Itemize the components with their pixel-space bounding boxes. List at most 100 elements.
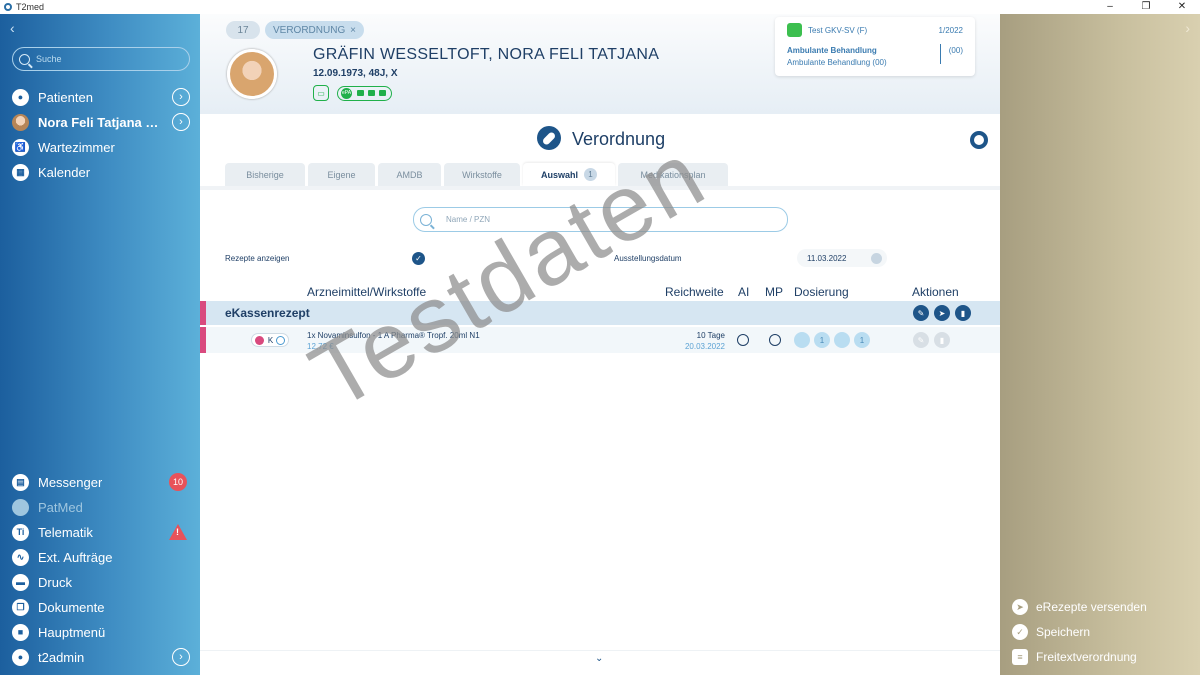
sidebar-item-hauptmenue[interactable]: ■ Hauptmenü — [12, 621, 192, 643]
action-label: eRezepte versenden — [1036, 600, 1147, 614]
chevron-right-icon[interactable]: › — [172, 88, 190, 106]
checkmark-icon: ✓ — [1012, 624, 1028, 640]
sidebar-item-label: Patienten — [38, 89, 93, 105]
sidebar-item-patmed[interactable]: PatMed — [12, 496, 192, 518]
close-icon[interactable]: × — [350, 25, 356, 36]
show-prescriptions-label: Rezepte anzeigen — [225, 254, 290, 263]
sidebar-item-label: Hauptmenü — [38, 624, 106, 640]
epa-badge[interactable]: ePA — [337, 85, 392, 101]
calendar-icon[interactable] — [871, 252, 882, 264]
patient-avatar-icon — [12, 113, 29, 131]
expand-panel-icon[interactable]: › — [1185, 20, 1190, 36]
insurance-name: Test GKV-SV (F) — [808, 26, 868, 35]
case-number-pill[interactable]: 17 — [226, 21, 260, 39]
app-logo-icon — [4, 3, 12, 11]
prescription-group-row[interactable]: eKassenrezept ✎ ➤ ▮ — [200, 301, 1000, 325]
chevron-right-icon[interactable]: › — [172, 113, 190, 131]
dosage-noon[interactable]: 1 — [814, 332, 830, 348]
edit-icon[interactable]: ✎ — [913, 305, 929, 321]
context-tag-pill[interactable]: VERORDNUNG × — [265, 21, 364, 39]
tab-count-badge: 1 — [584, 168, 597, 181]
ai-radio[interactable] — [737, 334, 749, 346]
prescription-type-toggle[interactable]: K — [251, 333, 289, 347]
chevron-down-icon[interactable]: ⌄ — [595, 653, 603, 664]
sidebar-item-wartezimmer[interactable]: ♿ Wartezimmer — [12, 136, 192, 158]
drug-search-input[interactable]: Name / PZN — [413, 207, 788, 232]
send-icon[interactable]: ➤ — [934, 305, 950, 321]
sidebar-item-label: Wartezimmer — [38, 139, 115, 155]
issue-date-field[interactable]: 11.03.2022 — [797, 249, 887, 267]
mp-radio[interactable] — [769, 334, 781, 346]
issue-date-label: Ausstellungsdatum — [614, 254, 682, 263]
sidebar-item-dokumente[interactable]: ❐ Dokumente — [12, 596, 192, 618]
telematik-icon: Ti — [12, 523, 29, 541]
patmed-icon — [12, 498, 29, 516]
chevron-right-icon[interactable]: › — [172, 648, 190, 666]
waiting-room-icon: ♿ — [12, 138, 29, 156]
tab-wirkstoffe[interactable]: Wirkstoffe — [444, 163, 520, 186]
sidebar-item-label: Dokumente — [38, 599, 105, 615]
context-tag-label: VERORDNUNG — [273, 24, 346, 36]
tab-amdb[interactable]: AMDB — [378, 163, 441, 186]
tab-auswahl[interactable]: Auswahl 1 — [523, 163, 615, 186]
dosage-morning[interactable] — [794, 332, 810, 348]
patient-name: GRÄFIN WESSELTOFT, NORA FELI TATJANA — [313, 46, 660, 63]
treatment-type-detail: Ambulante Behandlung (00) — [787, 58, 887, 67]
dosage-night[interactable]: 1 — [854, 332, 870, 348]
drug-search-placeholder: Name / PZN — [446, 215, 491, 224]
main-panel: Verordnung Bisherige Eigene AMDB Wirksto… — [200, 114, 1000, 675]
page-title: Verordnung — [572, 129, 666, 149]
sidebar-item-label: Messenger — [38, 474, 103, 490]
sidebar-item-label: Ext. Aufträge — [38, 549, 113, 565]
sidebar-item-kalender[interactable]: ▦ Kalender — [12, 161, 192, 183]
reach-date: 20.03.2022 — [684, 342, 725, 351]
pulse-icon: ∿ — [12, 548, 29, 566]
delete-icon[interactable]: ▮ — [955, 305, 971, 321]
column-header-mp: MP — [765, 285, 783, 299]
patient-avatar[interactable] — [227, 49, 277, 99]
sidebar-item-label: Nora Feli Tatjana Wes... — [38, 114, 168, 130]
tab-medikationsplan[interactable]: Medikationsplan — [618, 163, 728, 186]
send-icon: ➤ — [1012, 599, 1028, 615]
collapse-sidebar-icon[interactable]: ‹ — [10, 20, 15, 36]
free-text-prescription-button[interactable]: ≡ Freitextverordnung — [1012, 649, 1137, 665]
sidebar-item-label: Druck — [38, 574, 72, 590]
row-color-bar — [200, 327, 206, 353]
edit-icon[interactable]: ✎ — [913, 332, 929, 348]
sidebar-search-input[interactable]: Suche — [12, 47, 190, 71]
column-header-ai: AI — [738, 285, 750, 299]
dosage-evening[interactable] — [834, 332, 850, 348]
maximize-button[interactable]: ❐ — [1128, 0, 1164, 14]
document-icon: ≡ — [1012, 649, 1028, 665]
table-row[interactable]: K 1x Novaminsulfon - 1 A Pharma® Tropf. … — [200, 327, 1000, 353]
sidebar-item-label: PatMed — [38, 499, 83, 515]
sidebar-item-ext-auftraege[interactable]: ∿ Ext. Aufträge — [12, 546, 192, 568]
close-window-button[interactable]: ✕ — [1164, 0, 1200, 14]
minimize-button[interactable]: – — [1092, 0, 1128, 14]
search-icon — [420, 213, 432, 226]
column-header-reach: Reichweite — [665, 285, 724, 299]
insurance-card-icon[interactable]: ▭ — [313, 85, 329, 101]
sidebar-item-current-patient[interactable]: Nora Feli Tatjana Wes... › — [12, 111, 192, 133]
info-icon — [276, 335, 285, 345]
send-erezepte-button[interactable]: ➤ eRezepte versenden — [1012, 599, 1147, 615]
search-placeholder: Suche — [36, 54, 62, 64]
sidebar-item-user[interactable]: ● t2admin › — [12, 646, 192, 668]
tab-bar: Bisherige Eigene AMDB Wirkstoffe Auswahl… — [225, 163, 731, 186]
tab-eigene[interactable]: Eigene — [308, 163, 375, 186]
show-prescriptions-checkbox[interactable]: ✓ — [412, 252, 425, 265]
insurance-icon — [787, 23, 802, 37]
group-color-bar — [200, 301, 206, 325]
tab-bisherige[interactable]: Bisherige — [225, 163, 305, 186]
sidebar-item-druck[interactable]: ▬ Druck — [12, 571, 192, 593]
sidebar-item-patienten[interactable]: ● Patienten › — [12, 86, 192, 108]
insurance-card[interactable]: Test GKV-SV (F) 1/2022 Ambulante Behandl… — [775, 17, 975, 76]
delete-icon[interactable]: ▮ — [934, 332, 950, 348]
action-label: Freitextverordnung — [1036, 650, 1137, 664]
sidebar-item-telematik[interactable]: Ti Telematik ! — [12, 521, 192, 543]
sidebar-item-messenger[interactable]: ▤ Messenger 10 — [12, 471, 192, 493]
documents-icon: ❐ — [12, 598, 29, 616]
gear-icon[interactable] — [970, 131, 988, 149]
save-button[interactable]: ✓ Speichern — [1012, 624, 1090, 640]
action-panel: › ➤ eRezepte versenden ✓ Speichern ≡ Fre… — [1000, 14, 1200, 675]
